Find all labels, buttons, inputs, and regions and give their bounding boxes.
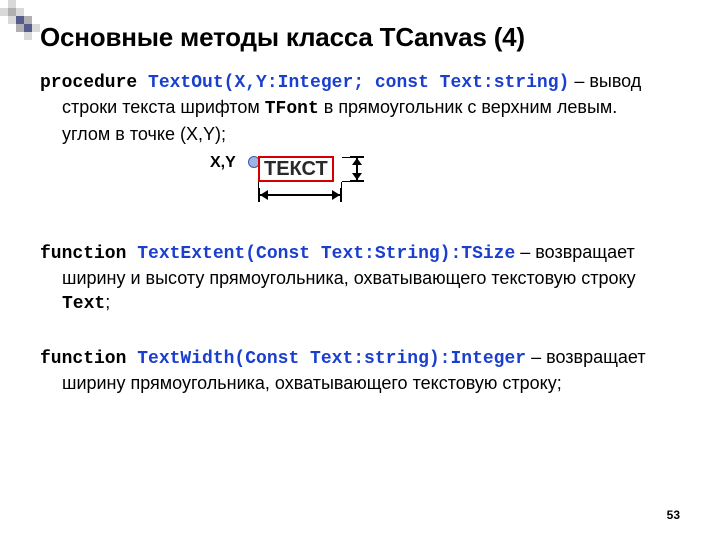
textwidth-desc-2: ширину прямоугольника, охватывающего тек… — [62, 371, 688, 395]
textout-desc-2: строки текста шрифтом TFont в прямоуголь… — [62, 95, 688, 121]
slide-body: procedure TextOut(X,Y:Integer; const Tex… — [40, 69, 688, 395]
tfont-ref: TFont — [265, 99, 319, 119]
text-param-ref: Text — [62, 294, 105, 314]
textout-diagram: X,Y ТЕКСТ — [210, 152, 410, 212]
signature-textout: TextOut(X,Y:Integer; const Text:string) — [148, 73, 569, 93]
method-textextent: function TextExtent(Const Text:String):T… — [40, 240, 688, 317]
signature-textextent: TextExtent(Const Text:String):TSize — [137, 244, 515, 264]
textout-desc-1: – вывод — [569, 71, 641, 91]
width-dimension-arrow — [258, 188, 342, 202]
height-dimension-arrow — [350, 156, 364, 182]
keyword-function-2: function — [40, 349, 137, 369]
diagram-text-box: ТЕКСТ — [258, 156, 334, 182]
keyword-procedure: procedure — [40, 73, 148, 93]
page-number: 53 — [667, 508, 680, 522]
slide-content: Основные методы класса TCanvas (4) proce… — [0, 0, 720, 540]
keyword-function-1: function — [40, 244, 137, 264]
method-textout: procedure TextOut(X,Y:Integer; const Tex… — [40, 69, 688, 212]
textextent-desc-2: ширину и высоту прямоугольника, охватыва… — [62, 266, 688, 290]
xy-label: X,Y — [210, 152, 236, 174]
method-textwidth: function TextWidth(Const Text:string):In… — [40, 345, 688, 396]
slide-title: Основные методы класса TCanvas (4) — [40, 22, 688, 53]
textextent-desc-1: – возвращает — [515, 242, 635, 262]
textwidth-desc-1: – возвращает — [526, 347, 646, 367]
textout-desc-3: углом в точке (X,Y); — [62, 122, 688, 146]
textextent-desc-3: Text; — [62, 290, 688, 316]
signature-textwidth: TextWidth(Const Text:string):Integer — [137, 349, 526, 369]
